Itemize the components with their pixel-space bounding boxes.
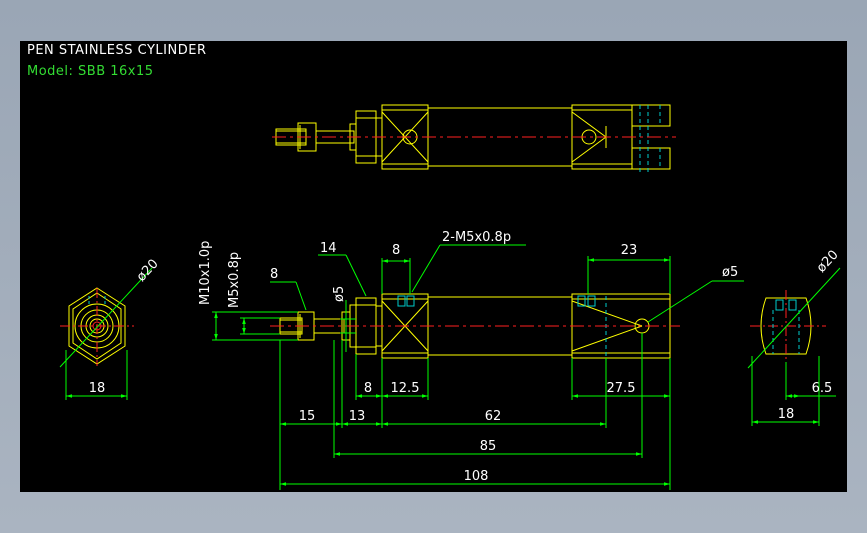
front-dimensions xyxy=(212,244,744,490)
dim-85: 85 xyxy=(480,439,497,454)
cad-drawing: ø20 18 M10x1.0p M5x0.8p 8 14 ø5 8 2-M5x0… xyxy=(59,104,842,490)
top-view xyxy=(272,104,676,175)
dim-14: 14 xyxy=(320,241,337,256)
dim-m10: M10x1.0p xyxy=(198,241,213,305)
dim-phi5-right: ø5 xyxy=(722,265,738,280)
dim-12-5: 12.5 xyxy=(391,381,420,396)
dim-right-phi20: ø20 xyxy=(814,248,842,276)
dim-27-5: 27.5 xyxy=(607,381,636,396)
top-hidden-lines xyxy=(639,105,661,175)
dim-m5: M5x0.8p xyxy=(227,252,242,308)
right-end-view: ø20 18 6.5 xyxy=(747,248,842,426)
dim-thread-note: 2-M5x0.8p xyxy=(442,230,511,245)
front-view: M10x1.0p M5x0.8p 8 14 ø5 8 2-M5x0.8p 23 … xyxy=(198,230,744,490)
dim-phi5-small: ø5 xyxy=(332,286,347,302)
dim-8-top: 8 xyxy=(392,243,400,258)
dim-8-bottom: 8 xyxy=(364,381,372,396)
dim-left-phi20: ø20 xyxy=(134,257,162,285)
dim-8-nut: 8 xyxy=(270,267,278,282)
dim-left-18: 18 xyxy=(89,381,106,396)
dim-15: 15 xyxy=(299,409,316,424)
dim-right-18: 18 xyxy=(778,407,795,422)
dim-108: 108 xyxy=(464,469,489,484)
dim-62: 62 xyxy=(485,409,502,424)
dim-right-6-5: 6.5 xyxy=(812,381,833,396)
left-end-view: ø20 18 xyxy=(59,257,162,400)
dim-13: 13 xyxy=(349,409,366,424)
dim-23: 23 xyxy=(621,243,638,258)
